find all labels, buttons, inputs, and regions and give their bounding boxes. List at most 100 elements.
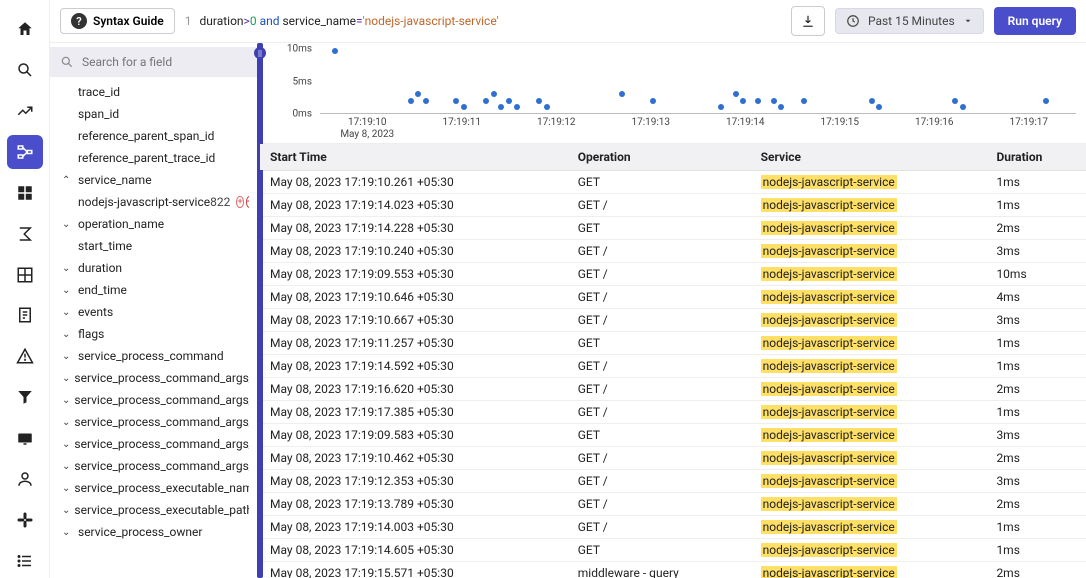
field-row[interactable]: trace_id <box>60 81 249 103</box>
field-row[interactable]: ⌄end_time <box>60 279 249 301</box>
table-header[interactable]: Operation <box>568 144 751 171</box>
table-row[interactable]: May 08, 2023 17:19:14.023 +05:30GET /nod… <box>260 194 1086 217</box>
data-point[interactable] <box>718 104 724 110</box>
data-point[interactable] <box>778 104 784 110</box>
data-point[interactable] <box>498 104 504 110</box>
nav-slack[interactable] <box>7 502 43 537</box>
table-row[interactable]: May 08, 2023 17:19:10.646 +05:30GET /nod… <box>260 286 1086 309</box>
table-row[interactable]: May 08, 2023 17:19:10.261 +05:30GETnodej… <box>260 171 1086 194</box>
nav-panel[interactable] <box>7 421 43 456</box>
field-row[interactable]: nodejs-javascript-service822+− <box>60 191 249 213</box>
time-range-picker[interactable]: Past 15 Minutes <box>835 8 984 34</box>
data-point[interactable] <box>514 104 520 110</box>
field-row[interactable]: ⌄operation_name <box>60 213 249 235</box>
download-button[interactable] <box>791 6 825 36</box>
table-header[interactable]: Duration <box>986 144 1086 171</box>
table-row[interactable]: May 08, 2023 17:19:10.462 +05:30GET /nod… <box>260 447 1086 470</box>
latency-scatter-chart[interactable]: 10ms5ms0ms 17:19:1017:19:1117:19:1217:19… <box>274 49 1076 139</box>
nav-search[interactable] <box>7 53 43 88</box>
nav-home[interactable] <box>7 12 43 47</box>
data-point[interactable] <box>869 98 875 104</box>
data-point[interactable] <box>483 98 489 104</box>
table-header[interactable]: Start Time <box>260 144 568 171</box>
field-row[interactable]: start_time <box>60 235 249 257</box>
data-point[interactable] <box>408 98 414 104</box>
data-point[interactable] <box>801 98 807 104</box>
table-row[interactable]: May 08, 2023 17:19:11.257 +05:30GETnodej… <box>260 332 1086 355</box>
nav-dashboards[interactable] <box>7 175 43 210</box>
data-point[interactable] <box>619 91 625 97</box>
field-search-input[interactable] <box>82 55 249 69</box>
run-query-button[interactable]: Run query <box>994 7 1076 35</box>
field-row[interactable]: ⌄flags <box>60 323 249 345</box>
table-row[interactable]: May 08, 2023 17:19:16.620 +05:30GET /nod… <box>260 378 1086 401</box>
data-point[interactable] <box>650 98 656 104</box>
field-row[interactable]: ⌄service_process_command_args_value... <box>60 411 249 433</box>
field-row[interactable]: reference_parent_trace_id <box>60 147 249 169</box>
data-point[interactable] <box>506 98 512 104</box>
data-point[interactable] <box>960 104 966 110</box>
table-row[interactable]: May 08, 2023 17:19:14.605 +05:30GETnodej… <box>260 539 1086 562</box>
field-row[interactable]: ⌄service_process_executable_name <box>60 477 249 499</box>
field-row[interactable]: ⌄service_process_executable_path <box>60 499 249 521</box>
table-row[interactable]: May 08, 2023 17:19:14.228 +05:30GETnodej… <box>260 217 1086 240</box>
table-row[interactable]: May 08, 2023 17:19:13.789 +05:30GET /nod… <box>260 493 1086 516</box>
exclude-icon[interactable]: − <box>246 196 249 208</box>
data-point[interactable] <box>952 98 958 104</box>
data-point[interactable] <box>415 91 421 97</box>
field-row[interactable]: ⌄service_process_owner <box>60 521 249 543</box>
data-point[interactable] <box>423 98 429 104</box>
data-point[interactable] <box>536 98 542 104</box>
nav-sigma[interactable] <box>7 216 43 251</box>
field-row[interactable]: reference_parent_span_id <box>60 125 249 147</box>
nav-traces[interactable] <box>7 135 43 170</box>
table-row[interactable]: May 08, 2023 17:19:09.553 +05:30GET /nod… <box>260 263 1086 286</box>
data-point[interactable] <box>332 48 338 54</box>
nav-metrics[interactable] <box>7 94 43 129</box>
syntax-guide-button[interactable]: ? Syntax Guide <box>60 8 175 34</box>
results-area: || 10ms5ms0ms 17:19:1017:19:1117:19:1217… <box>260 43 1086 578</box>
nav-list[interactable] <box>7 543 43 578</box>
table-header[interactable]: Service <box>751 144 987 171</box>
field-row[interactable]: ⌄service_process_command_args_value... <box>60 367 249 389</box>
field-row[interactable]: span_id <box>60 103 249 125</box>
field-row[interactable]: ⌄service_process_command_args_value... <box>60 455 249 477</box>
data-point[interactable] <box>755 98 761 104</box>
data-point[interactable] <box>740 98 746 104</box>
data-point[interactable] <box>544 104 550 110</box>
table-row[interactable]: May 08, 2023 17:19:10.240 +05:30GET /nod… <box>260 240 1086 263</box>
splitter[interactable]: || <box>257 43 263 578</box>
data-point[interactable] <box>876 104 882 110</box>
table-row[interactable]: May 08, 2023 17:19:14.592 +05:30GET /nod… <box>260 355 1086 378</box>
nav-reports[interactable] <box>7 298 43 333</box>
field-search[interactable] <box>50 47 259 77</box>
field-row[interactable]: ⌄service_process_command_args_value... <box>60 389 249 411</box>
table-row[interactable]: May 08, 2023 17:19:15.571 +05:30middlewa… <box>260 562 1086 578</box>
include-icon[interactable]: + <box>236 196 243 208</box>
data-point[interactable] <box>733 91 739 97</box>
plot-area <box>320 49 1076 114</box>
nav-table[interactable] <box>7 257 43 292</box>
data-point[interactable] <box>771 98 777 104</box>
nav-alerts[interactable] <box>7 339 43 374</box>
nav-funnel[interactable] <box>7 380 43 415</box>
table-row[interactable]: May 08, 2023 17:19:12.353 +05:30GET /nod… <box>260 470 1086 493</box>
fields-list[interactable]: trace_idspan_idreference_parent_span_idr… <box>50 79 259 578</box>
field-row[interactable]: ⌄service_process_command <box>60 345 249 367</box>
field-row[interactable]: ⌃service_name <box>60 169 249 191</box>
nav-user[interactable] <box>7 461 43 496</box>
field-row[interactable]: ⌄events <box>60 301 249 323</box>
field-row[interactable]: ⌄duration <box>60 257 249 279</box>
data-point[interactable] <box>491 91 497 97</box>
data-point[interactable] <box>1043 98 1049 104</box>
data-point[interactable] <box>461 104 467 110</box>
table-row[interactable]: May 08, 2023 17:19:14.003 +05:30GET /nod… <box>260 516 1086 539</box>
results-table-wrapper[interactable]: Start TimeOperationServiceDuration May 0… <box>260 143 1086 578</box>
query-input[interactable]: 1 duration>0 and service_name='nodejs-ja… <box>185 14 781 28</box>
table-row[interactable]: May 08, 2023 17:19:17.385 +05:30GET /nod… <box>260 401 1086 424</box>
data-point[interactable] <box>453 98 459 104</box>
cell-duration: 2ms <box>986 562 1086 578</box>
table-row[interactable]: May 08, 2023 17:19:10.667 +05:30GET /nod… <box>260 309 1086 332</box>
table-row[interactable]: May 08, 2023 17:19:09.583 +05:30GETnodej… <box>260 424 1086 447</box>
field-row[interactable]: ⌄service_process_command_args_value... <box>60 433 249 455</box>
